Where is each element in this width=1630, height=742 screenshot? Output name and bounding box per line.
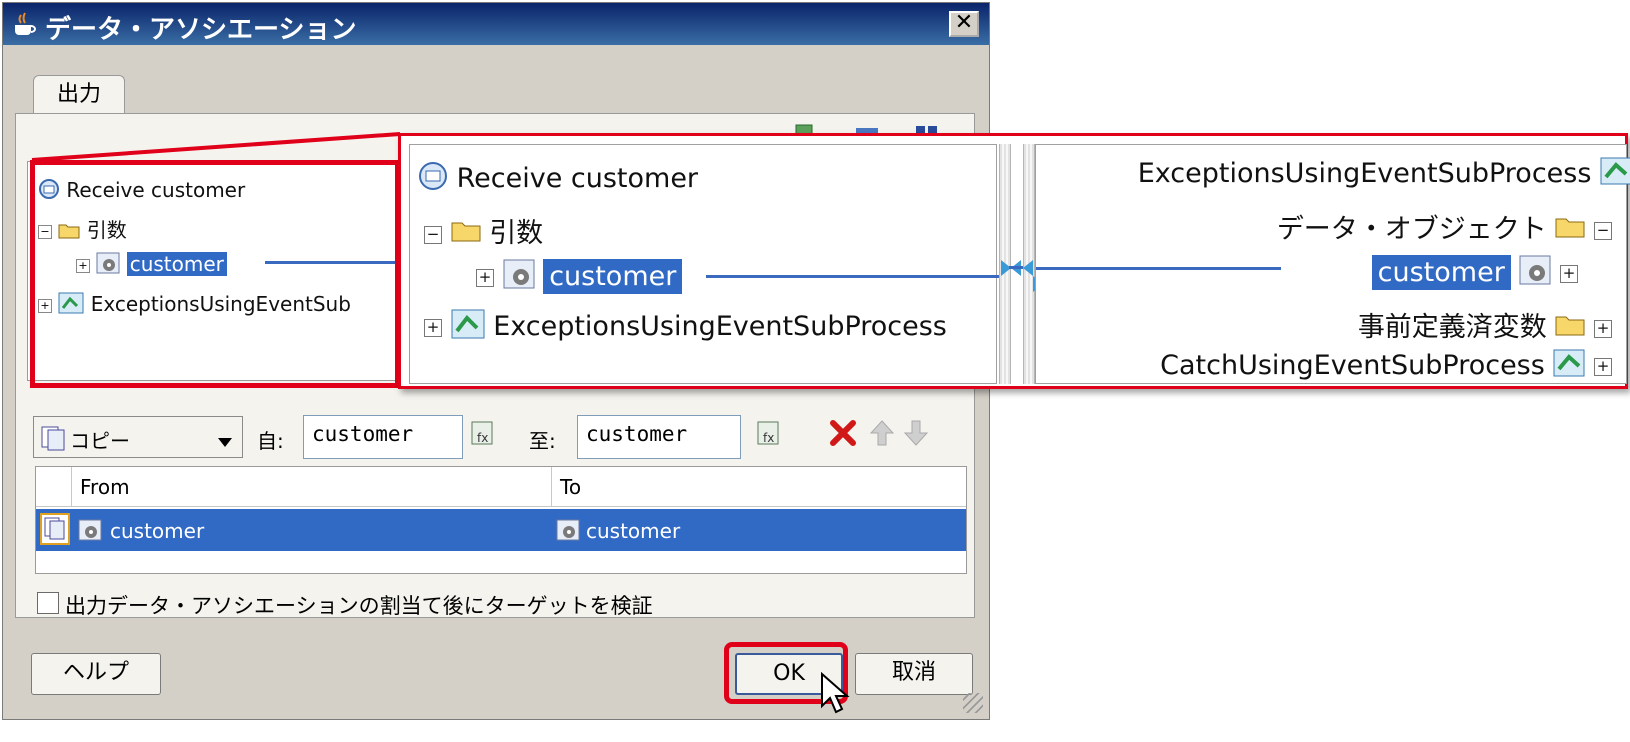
from-label: 自: xyxy=(257,429,284,453)
process-icon xyxy=(451,309,485,346)
column-header-to[interactable]: To xyxy=(552,467,966,507)
variable-gear-icon xyxy=(1519,255,1551,292)
arrow-right-icon xyxy=(1001,260,1011,280)
tree-node-args[interactable]: − 引数 xyxy=(424,211,543,250)
expand-icon[interactable]: + xyxy=(1594,357,1612,376)
tree-node-process[interactable]: ExceptionsUsingEventSubProcess xyxy=(1138,157,1630,192)
target-tree-zoom[interactable]: ExceptionsUsingEventSubProcess データ・オブジェク… xyxy=(1035,144,1630,384)
tree-label: ExceptionsUsingEventSubProcess xyxy=(1137,158,1592,189)
arrow-left-icon xyxy=(1011,260,1021,280)
row-from: customer xyxy=(110,519,205,543)
mapping-line xyxy=(1036,267,1281,270)
expand-icon[interactable]: + xyxy=(424,318,442,337)
table-corner xyxy=(36,467,72,507)
folder-icon xyxy=(1555,215,1585,246)
expand-icon[interactable]: + xyxy=(476,268,494,287)
operation-dropdown[interactable]: コピー xyxy=(33,416,243,458)
tree-node-receive[interactable]: Receive customer xyxy=(418,161,698,198)
tree-node-process[interactable]: + ExceptionsUsingEventSubProcess xyxy=(424,309,947,346)
validate-label: 出力データ・アソシエーションの割当て後にターゲットを検証 xyxy=(65,594,653,618)
chevron-down-icon xyxy=(218,433,232,452)
tree-node-customer[interactable]: customer + xyxy=(1371,255,1578,292)
tree-node-data-object[interactable]: データ・オブジェクト − xyxy=(1277,207,1612,246)
tree-label: データ・オブジェクト xyxy=(1276,214,1547,245)
tree-label-selected: customer xyxy=(1371,255,1511,290)
svg-text:fx: fx xyxy=(477,431,488,445)
column-header-from[interactable]: From xyxy=(72,467,552,507)
variable-gear-icon xyxy=(78,519,102,546)
arrow-left-icon xyxy=(1023,260,1033,280)
table-row[interactable]: customer customer xyxy=(36,509,966,551)
from-field[interactable]: customer xyxy=(303,415,463,459)
resize-grip[interactable] xyxy=(963,693,983,713)
to-label: 至: xyxy=(529,429,556,453)
tab-output[interactable]: 出力 xyxy=(33,75,125,115)
expression-builder-icon[interactable]: fx xyxy=(757,421,781,451)
operation-label: コピー xyxy=(70,429,130,453)
variable-gear-icon xyxy=(503,259,535,296)
tree-node-catch[interactable]: CatchUsingEventSubProcess + xyxy=(1160,349,1612,384)
tree-node-predefined[interactable]: 事前定義済変数 + xyxy=(1358,305,1612,344)
folder-icon xyxy=(1555,313,1585,344)
expand-icon[interactable]: + xyxy=(1594,319,1612,338)
mapping-line xyxy=(1009,266,1023,269)
tree-node-customer[interactable]: + customer xyxy=(476,259,683,296)
message-icon xyxy=(418,161,448,198)
row-to: customer xyxy=(586,519,681,543)
copy-icon xyxy=(40,513,70,545)
expand-icon[interactable]: + xyxy=(1560,264,1578,283)
tree-label: Receive customer xyxy=(456,163,699,194)
delete-icon[interactable] xyxy=(829,419,857,451)
help-button[interactable]: ヘルプ xyxy=(31,653,161,695)
process-icon xyxy=(1553,349,1585,384)
mouse-cursor-icon xyxy=(820,671,850,720)
java-cup-icon xyxy=(11,11,39,41)
variable-gear-icon xyxy=(556,519,580,546)
folder-icon xyxy=(451,219,481,250)
zoom-connector xyxy=(31,132,401,388)
tree-label: 引数 xyxy=(489,218,544,249)
collapse-icon[interactable]: − xyxy=(424,225,442,244)
cancel-button[interactable]: 取消 xyxy=(855,653,973,695)
process-icon xyxy=(1600,157,1630,192)
move-up-icon[interactable] xyxy=(869,419,895,451)
window-title: データ・アソシエーション xyxy=(45,15,357,45)
source-tree-zoom[interactable]: Receive customer − 引数 + customer + Excep… xyxy=(409,144,1006,384)
to-field[interactable]: customer xyxy=(577,415,741,459)
copy-icon xyxy=(40,425,66,455)
mapping-line xyxy=(706,275,1006,278)
tree-label: CatchUsingEventSubProcess xyxy=(1160,350,1545,381)
expression-builder-icon[interactable]: fx xyxy=(471,421,495,451)
svg-text:fx: fx xyxy=(763,431,774,445)
tree-label: 事前定義済変数 xyxy=(1357,312,1547,343)
collapse-icon[interactable]: − xyxy=(1594,221,1612,240)
tree-label-selected: customer xyxy=(543,259,683,294)
close-button[interactable]: ✕ xyxy=(949,11,979,37)
mapping-table[interactable]: From To customer customer xyxy=(35,466,967,574)
validate-checkbox[interactable] xyxy=(37,592,59,614)
tree-label: ExceptionsUsingEventSubProcess xyxy=(493,311,947,342)
title-bar[interactable]: データ・アソシエーション ✕ xyxy=(3,3,989,45)
move-down-icon[interactable] xyxy=(903,419,929,451)
zoom-callout: Receive customer − 引数 + customer + Excep… xyxy=(398,133,1630,389)
